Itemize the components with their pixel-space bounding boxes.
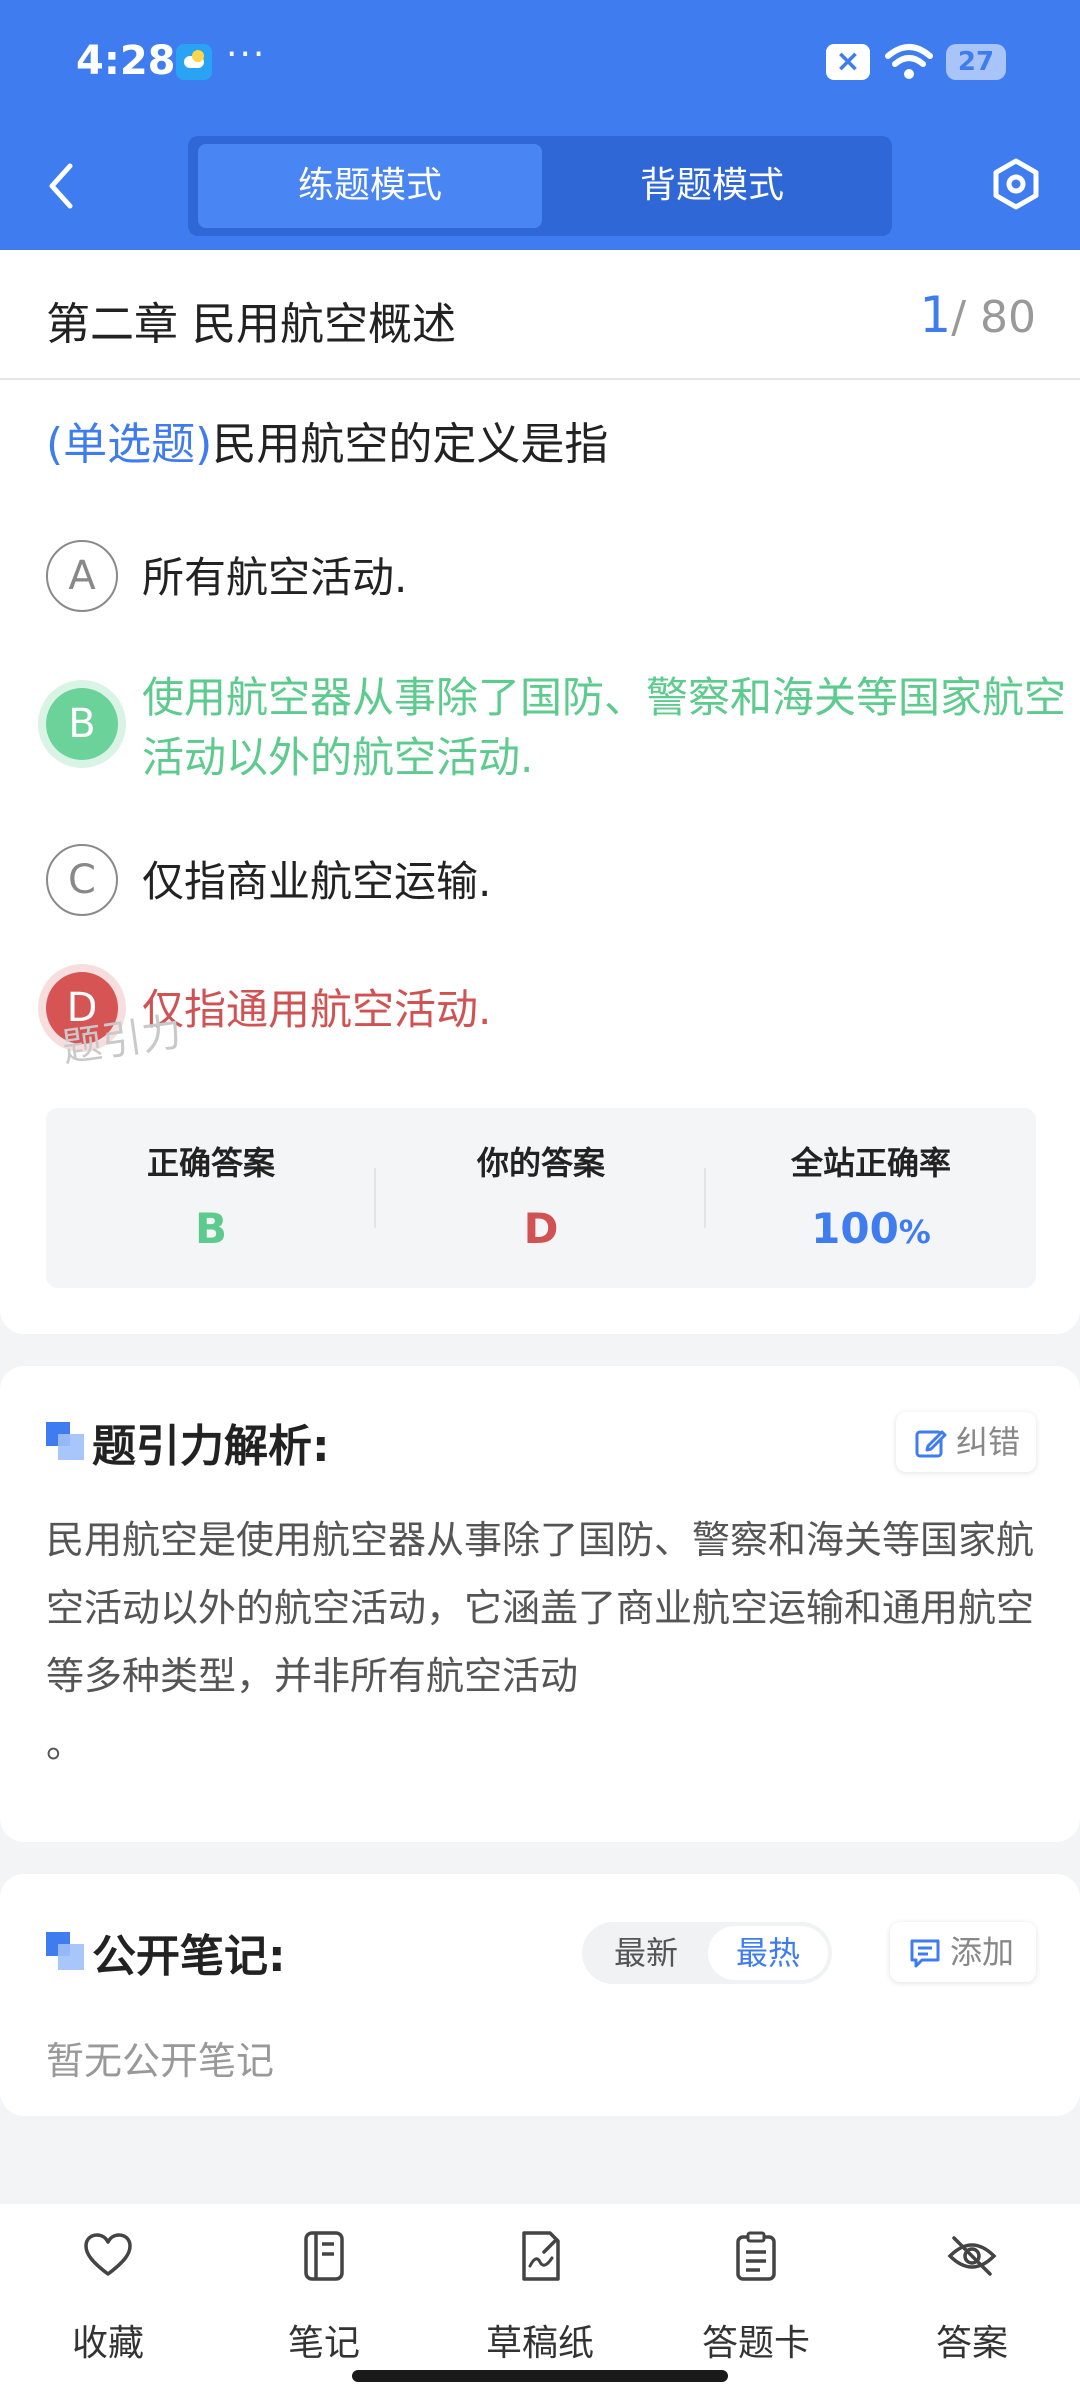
answer-summary: 正确答案 B 你的答案 D 全站正确率 100% [46, 1108, 1036, 1288]
question-progress[interactable]: 1/ 80 [919, 286, 1036, 344]
option-b[interactable]: B 使用航空器从事除了国防、警察和海关等国家航空活动以外的航空活动. [46, 673, 1066, 818]
current-question-number: 1 [919, 286, 952, 344]
add-note-label: 添加 [950, 1933, 1015, 1971]
nav-answer[interactable]: 答案 [892, 2230, 1052, 2364]
your-answer-label: 你的答案 [476, 1144, 605, 1182]
question-stem: 民用航空的定义是指 [212, 419, 609, 470]
nav-draft[interactable]: 草稿纸 [460, 2230, 620, 2364]
section-icon [46, 1422, 84, 1460]
no-sim-icon: × [826, 44, 870, 80]
comment-icon [910, 1939, 940, 1968]
draft-icon [522, 2231, 560, 2281]
sort-newest[interactable]: 最新 [586, 1922, 706, 1984]
correct-answer: 正确答案 B [46, 1108, 376, 1288]
site-accuracy-label: 全站正确率 [790, 1144, 951, 1182]
report-error-label: 纠错 [956, 1423, 1021, 1461]
home-indicator[interactable] [352, 2370, 728, 2382]
battery-level: 27 [957, 47, 995, 77]
option-text: 仅指通用航空活动. [142, 985, 492, 1034]
status-time: 4:28 [76, 38, 176, 84]
your-answer-value: D [523, 1204, 559, 1253]
clipboard-icon [736, 2231, 776, 2281]
site-accuracy-number: 100 [811, 1204, 899, 1253]
edit-icon [915, 1430, 947, 1458]
option-badge: B [46, 688, 118, 760]
option-d[interactable]: D 仅指通用航空活动. [46, 972, 1046, 1052]
option-text: 仅指商业航空运输. [142, 857, 492, 906]
option-text: 使用航空器从事除了国防、警察和海关等国家航空活动以外的航空活动. [142, 673, 1067, 782]
question-type: (单选题) [46, 419, 213, 470]
more-notifications-icon: ··· [226, 34, 267, 75]
nav-answer-sheet-label: 答题卡 [701, 2323, 810, 2364]
sort-hottest[interactable]: 最热 [708, 1926, 828, 1980]
site-accuracy-value: 100% [706, 1204, 1036, 1253]
nav-favorite[interactable]: 收藏 [28, 2230, 188, 2364]
correct-answer-value: B [194, 1204, 227, 1253]
analysis-section: 题引力解析: 纠错 民用航空是使用航空器从事除了国防、警察和海关等国家航空活动以… [0, 1366, 1080, 1842]
back-arrow-icon[interactable] [38, 158, 88, 214]
app-header: 4:28 ··· × 27 练题模式 背题模式 [0, 0, 1080, 250]
correct-answer-label: 正确答案 [146, 1144, 275, 1182]
nav-draft-label: 草稿纸 [485, 2323, 594, 2364]
nav-notes[interactable]: 笔记 [244, 2230, 404, 2364]
notes-section: 公开笔记: 最新 最热 添加 暂无公开笔记 [0, 1874, 1080, 2116]
nav-answer-label: 答案 [935, 2323, 1008, 2364]
option-a[interactable]: A 所有航空活动. [46, 540, 1046, 620]
site-accuracy: 全站正确率 100% [706, 1108, 1036, 1288]
section-icon [46, 1932, 84, 1970]
option-badge: A [46, 540, 118, 612]
chapter-title: 第二章 民用航空概述 [46, 299, 456, 350]
chapter-row: 第二章 民用航空概述 1/ 80 [0, 250, 1080, 380]
tab-memorize-mode[interactable]: 背题模式 [540, 144, 884, 228]
question-text: (单选题)民用航空的定义是指 [46, 408, 1046, 472]
status-bar: 4:28 ··· × 27 [0, 0, 1080, 125]
question-card: 第二章 民用航空概述 1/ 80 (单选题)民用航空的定义是指 A 所有航空活动… [0, 250, 1080, 1334]
eye-off-icon [947, 2236, 997, 2276]
notebook-icon [304, 2231, 344, 2281]
notes-sort-toggle: 最新 最热 [582, 1922, 832, 1984]
analysis-title: 题引力解析: [92, 1421, 330, 1472]
heart-icon [84, 2233, 132, 2276]
wifi-icon [885, 44, 933, 79]
tab-practice-mode[interactable]: 练题模式 [198, 144, 542, 228]
add-note-button[interactable]: 添加 [890, 1922, 1036, 1982]
your-answer: 你的答案 D [376, 1108, 706, 1288]
nav-notes-label: 笔记 [287, 2323, 360, 2364]
report-error-button[interactable]: 纠错 [896, 1412, 1036, 1472]
battery-icon: 27 [946, 44, 1006, 80]
option-badge: C [46, 844, 118, 916]
mode-switch: 练题模式 背题模式 [188, 136, 892, 236]
nav-answer-sheet[interactable]: 答题卡 [676, 2230, 836, 2364]
option-text: 所有航空活动. [142, 553, 408, 602]
site-accuracy-unit: % [898, 1213, 931, 1251]
notes-empty-text: 暂无公开笔记 [46, 2039, 275, 2083]
analysis-text: 民用航空是使用航空器从事除了国防、警察和海关等国家航空活动以外的航空活动，它涵盖… [46, 1518, 1035, 1766]
total-questions: / 80 [951, 292, 1036, 343]
notes-title: 公开笔记: [92, 1931, 286, 1982]
settings-icon[interactable] [990, 158, 1042, 210]
weather-app-icon [176, 44, 212, 80]
option-c[interactable]: C 仅指商业航空运输. [46, 844, 1046, 924]
nav-favorite-label: 收藏 [71, 2323, 144, 2364]
